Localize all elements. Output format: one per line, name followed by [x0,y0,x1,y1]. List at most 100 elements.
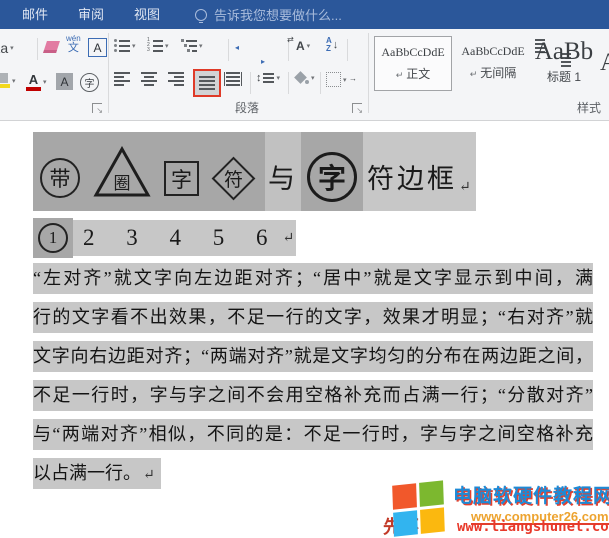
paragraph-line[interactable]: 文字向右边距对齐；“两端对齐”就是文字均匀的分布在两边距之间， [33,341,593,372]
watermark-url-2: www.liangshunet.com [457,519,609,535]
bullets-button[interactable]: ▾ [114,39,136,52]
left-arrow-icon: ◂ [235,43,239,52]
site-logo-icon [392,480,446,537]
highlighter-icon [0,73,10,88]
body-paragraph[interactable]: “左对齐”就文字向左边距对齐；“居中”就是文字显示到中间，满 行的文字看不出效果… [33,263,593,497]
change-case-icon: Aa [0,40,8,56]
ribbon-tab-bar: 邮件 审阅 视图 告诉我您想要做什么... [0,0,609,29]
style-normal[interactable]: AaBbCcDdE ↵正文 [374,36,452,91]
multilevel-list-icon [181,39,197,52]
character-border-icon: A [88,38,107,57]
selected-segment-light: 2 3 4 5 6 ↵ [73,220,296,256]
shading-button[interactable]: ▾ [294,72,315,84]
tab-view[interactable]: 视图 [119,0,175,29]
align-right-icon [168,72,184,86]
text-highlight-button[interactable]: ▾ [0,73,16,88]
paragraph-return-mark: ↵ [459,179,471,196]
paragraph-line[interactable]: 不足一行时，字与字之间不会用空格补充而占满一行；“分散对齐” [33,380,593,411]
chevron-down-icon: ▾ [343,76,347,84]
clear-formatting-button[interactable] [45,41,58,53]
paragraph-return-mark: ↵ [143,468,155,483]
paragraph-return-mark: ↵ [283,230,295,247]
return-mark-icon: ↵ [470,69,478,79]
selected-segment-dark: 1 [33,218,73,258]
line-spacing-button[interactable]: ↕ ▾ [256,72,280,84]
arrow-icon: → [349,74,357,83]
chevron-down-icon: ▾ [307,42,311,50]
style-name: 标题 1 [547,68,581,85]
distribute-button[interactable] [224,72,242,86]
circled-number: 1 [38,223,68,253]
style-preview: A [600,52,609,74]
paragraph-line[interactable]: “左对齐”就文字向左边距对齐；“居中”就是文字显示到中间，满 [33,263,593,294]
style-preview: AaBb [535,41,593,63]
asian-layout-button[interactable]: ⇄A ▾ [296,39,310,53]
numbered-line[interactable]: 1 2 3 4 5 6 ↵ [33,218,296,258]
watermark-text-block: 电脑软硬件教程网 www.computer26.com www.liangshu… [453,481,609,535]
styles-group-label: 样式 [577,99,601,116]
right-arrow-icon: ▸ [261,57,265,66]
character-shading-button[interactable]: A [56,73,73,90]
distribute-icon [224,72,242,86]
bullets-icon [114,39,130,52]
paragraph-dialog-launcher[interactable]: ↘ [352,103,362,113]
triangle-enclosed-char: 圈 [93,146,151,198]
document-area[interactable]: 带 圈 字 符 与 字 符边框 ↵ 1 2 3 4 5 6 ↵ “左对齐 [0,121,609,538]
chevron-down-icon: ▾ [43,78,47,86]
style-no-spacing[interactable]: AaBbCcDdE ↵无间隔 [455,36,531,89]
justify-button[interactable] [193,69,221,97]
style-preview: AaBbCcDdE [381,45,444,60]
borders-button[interactable]: ▾ [326,72,347,87]
paragraph-line[interactable]: 行的文字看不出效果，不足一行的文字，效果才明显；“右对齐”就 [33,302,593,333]
chevron-down-icon: ▾ [12,77,16,85]
multilevel-list-button[interactable]: ▾ [181,39,203,52]
tab-review[interactable]: 审阅 [63,0,119,29]
align-center-button[interactable] [141,72,157,86]
font-color-button[interactable]: A ▾ [26,73,47,91]
plain-text: 符边框 [367,157,457,196]
style-preview: AaBbCcDdE [461,44,524,59]
chevron-down-icon: ▾ [199,42,203,50]
font-dialog-launcher[interactable]: ↘ [92,103,102,113]
sort-button[interactable]: AZ ↓ [326,37,338,53]
circle-enclosed-char: 带 [40,158,80,198]
style-name: ↵无间隔 [470,64,517,81]
style-name: ↵正文 [396,65,431,82]
character-border-button[interactable]: A [88,38,107,57]
style-partial[interactable]: A [599,36,609,89]
justify-icon [199,76,215,90]
font-color-icon: A [26,73,41,91]
tell-me-box[interactable]: 告诉我您想要做什么... [195,5,342,24]
style-heading1[interactable]: AaBb 标题 1 [533,36,595,89]
phonetic-guide-button[interactable]: wén 文 [66,35,81,54]
chevron-down-icon: ▾ [10,44,14,52]
lightbulb-icon [195,9,207,21]
align-left-icon [114,72,130,86]
asian-layout-icon: ⇄A [296,39,305,53]
chevron-down-icon: ▾ [165,42,169,50]
enclosed-characters-line[interactable]: 带 圈 字 符 与 字 符边框 ↵ [33,132,476,211]
numbering-icon: 1 2 3 [147,39,163,52]
borders-icon [326,72,341,87]
phonetic-guide-icon: wén 文 [66,35,81,54]
chevron-down-icon: ▾ [311,74,315,82]
numbering-button[interactable]: 1 2 3 ▾ [147,39,169,52]
watermark: 先不 电脑软硬件教程网 www.computer26.com www.liang… [383,481,609,538]
tab-mailings[interactable]: 邮件 [7,0,63,29]
watermark-site-name: 电脑软硬件教程网 [453,481,609,508]
change-case-button[interactable]: Aa▾ [0,40,14,56]
chevron-down-icon: ▾ [132,42,136,50]
paragraph-line[interactable]: 以占满一行。↵ [33,458,161,489]
character-shading-icon: A [56,73,73,90]
align-right-button[interactable] [168,72,184,86]
numbers-text: 2 3 4 5 6 [83,225,281,251]
paragraph-line[interactable]: 与“两端对齐”相似，不同的是：不足一行时，字与字之间空格补充 [33,419,593,450]
square-enclosed-char: 字 [164,161,199,196]
plain-char: 与 [268,157,298,196]
paragraph-group-label: 段落 [235,99,259,116]
updown-arrow-icon: ↕ [256,72,262,84]
enclose-characters-button[interactable]: 字 [80,73,99,92]
line-spacing-icon [263,73,274,83]
align-left-button[interactable] [114,72,130,86]
selected-segment-light: 符边框 ↵ [363,132,476,211]
